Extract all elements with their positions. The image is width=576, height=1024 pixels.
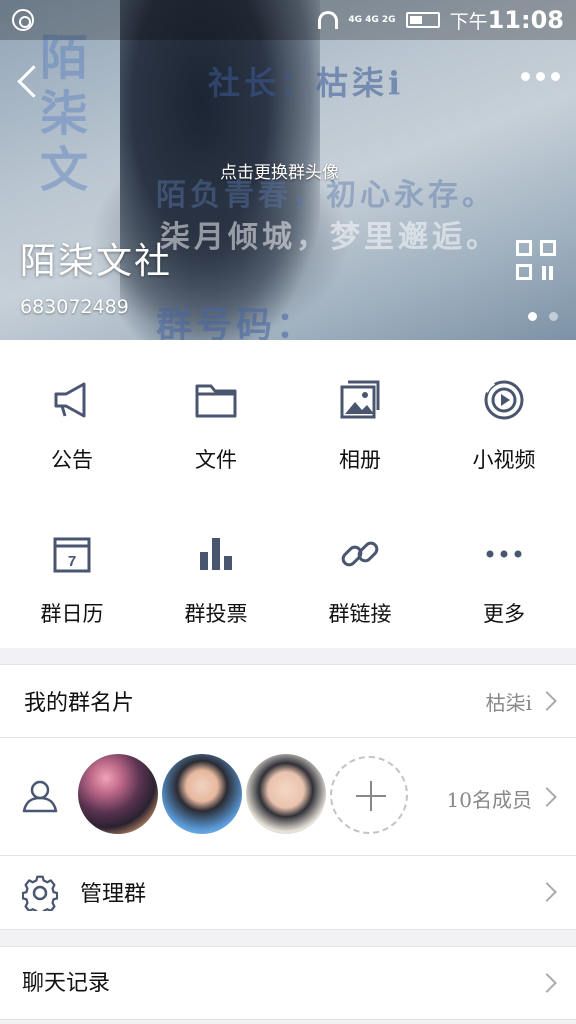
cover-text-group-number: 群号码：683072489	[156, 304, 317, 340]
headset-icon	[318, 11, 339, 29]
cover-text-motto2: 柒月倾城，梦里邂逅。	[160, 220, 500, 255]
sync-icon	[12, 9, 34, 31]
member-count: 10名成员	[446, 788, 532, 812]
status-bar: 4G 4G 2G 下午11:08	[0, 0, 576, 40]
more-options-button[interactable]	[521, 72, 560, 81]
megaphone-icon	[54, 382, 86, 418]
cover-text-leader: 社长：枯柒i	[208, 64, 405, 102]
tile-label: 群链接	[328, 602, 392, 626]
status-ampm: 下午	[449, 11, 488, 33]
avatar[interactable]	[162, 754, 242, 834]
tile-label: 更多	[483, 602, 525, 626]
photo-album-icon	[340, 380, 380, 419]
members-icon	[22, 780, 58, 813]
tile-link[interactable]: 群链接	[288, 494, 432, 648]
group-name: 陌柒文社	[20, 241, 173, 282]
video-play-icon	[484, 380, 524, 420]
network-indicator: 4G 4G 2G	[348, 15, 396, 25]
folder-icon	[195, 384, 237, 418]
change-avatar-link[interactable]: 点击更换群头像	[220, 158, 339, 183]
status-time: 11:08	[487, 6, 564, 34]
link-icon	[341, 541, 379, 567]
cover-vertical-text: 陌柒文	[40, 30, 89, 198]
feature-grid: 公告 文件 相册 小视频 7 群日历 群投票 群链接 更多	[0, 340, 576, 648]
chat-history-row[interactable]: 聊天记录	[0, 946, 576, 1020]
tile-more[interactable]: 更多	[432, 494, 576, 648]
page-indicator	[528, 312, 558, 321]
battery-icon	[405, 12, 440, 28]
back-button[interactable]	[10, 60, 50, 106]
chevron-right-icon	[537, 973, 557, 993]
manage-group-label: 管理群	[80, 882, 147, 907]
my-group-card-value: 枯柒i	[485, 691, 532, 715]
tile-label: 相册	[339, 448, 381, 472]
more-dots-icon	[486, 550, 522, 558]
calendar-icon: 7	[53, 537, 91, 573]
tile-files[interactable]: 文件	[144, 340, 288, 494]
tile-label: 小视频	[472, 448, 536, 472]
tile-calendar[interactable]: 7 群日历	[0, 494, 144, 648]
avatar[interactable]	[78, 754, 158, 834]
add-member-button[interactable]	[330, 756, 408, 834]
tile-album[interactable]: 相册	[288, 340, 432, 494]
qr-code-icon[interactable]	[516, 240, 556, 280]
tile-label: 群日历	[40, 602, 104, 626]
manage-group-row[interactable]: 管理群	[0, 856, 576, 930]
chevron-right-icon	[537, 882, 557, 902]
members-row[interactable]: 10名成员	[0, 738, 576, 856]
bar-chart-icon	[200, 538, 232, 570]
chevron-right-icon	[537, 691, 557, 711]
svg-text:7: 7	[68, 553, 76, 570]
tile-short-video[interactable]: 小视频	[432, 340, 576, 494]
tile-label: 群投票	[184, 602, 248, 626]
group-cover-header[interactable]: 陌柒文 社长：枯柒i 陌负青春，初心永存。 柒月倾城，梦里邂逅。 群号码：683…	[0, 0, 576, 340]
my-group-card-row[interactable]: 我的群名片 枯柒i	[0, 664, 576, 738]
tile-vote[interactable]: 群投票	[144, 494, 288, 648]
my-group-card-label: 我的群名片	[24, 691, 135, 716]
tile-announcement[interactable]: 公告	[0, 340, 144, 494]
chat-history-label: 聊天记录	[22, 971, 111, 996]
chevron-right-icon	[537, 787, 557, 807]
avatar[interactable]	[246, 754, 326, 834]
gear-icon	[22, 875, 58, 911]
tile-label: 公告	[51, 448, 93, 472]
group-id: 683072489	[20, 296, 129, 318]
tile-label: 文件	[195, 448, 237, 472]
